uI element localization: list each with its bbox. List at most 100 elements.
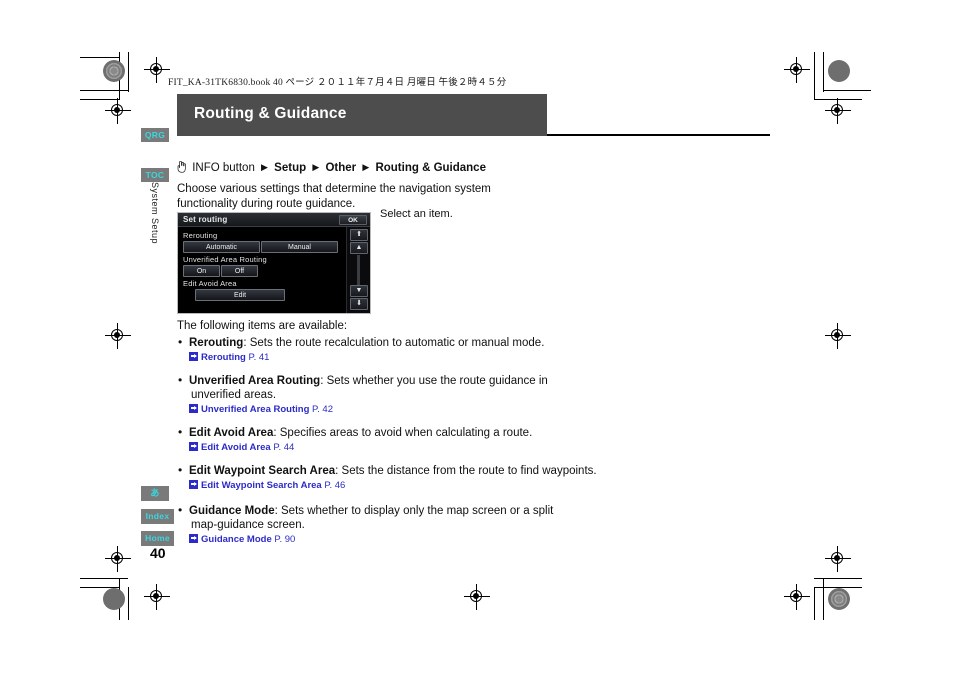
sidebar-tab-index[interactable]: Index [141,509,174,524]
nav-button-row-rerouting: Automatic Manual [183,241,341,253]
nav-button-automatic[interactable]: Automatic [183,241,260,253]
sidebar-tab-toc[interactable]: TOC [141,168,169,182]
crop-line-tl-v1 [128,52,129,92]
nav-button-edit[interactable]: Edit [195,289,285,301]
registration-mark-top-right [784,57,810,83]
sidebar-tab-home-label: Home [145,533,170,543]
nav-button-row-edit-avoid: Edit [183,289,341,301]
scroll-track[interactable] [357,255,360,285]
item-reference-name: Rerouting [201,352,246,363]
registration-color-dot-tl [103,60,125,82]
item-desc-continued: map-guidance screen. [191,519,305,531]
scroll-up-icon[interactable]: ▲ [350,242,368,254]
breadcrumb-start: INFO button [192,162,255,174]
list-item: Unverified Area Routing: Sets whether yo… [177,373,757,417]
jump-arrow-icon [189,404,198,413]
item-name: Unverified Area Routing [189,375,321,387]
item-reference-link[interactable]: Edit Waypoint Search Area P. 46 [177,479,757,493]
crop-line-tl-h2 [80,90,128,91]
sidebar-section-label: System Setup [150,182,160,245]
item-desc: : Sets whether you use the route guidanc… [320,375,548,387]
item-reference-link[interactable]: Rerouting P. 41 [177,351,757,365]
item-reference-name: Guidance Mode [201,534,272,545]
nav-group-label-edit-avoid-area: Edit Avoid Area [183,279,237,288]
sidebar-tab-toc-label: TOC [145,170,165,180]
sidebar-tab-kana-label: あ [150,488,160,498]
item-name: Guidance Mode [189,505,275,517]
jump-arrow-icon [189,352,198,361]
sidebar-tab-qrg-label: QRG [144,130,166,140]
item-line: Edit Waypoint Search Area: Sets the dist… [177,463,757,478]
item-reference-name: Edit Waypoint Search Area [201,480,322,491]
nav-scrollbar[interactable]: ⬆ ▲ ▼ ⬇ [346,227,370,313]
page-number: 40 [150,545,166,561]
nav-screen-title: Set routing [183,215,228,224]
registration-mark-right-upper [825,98,851,124]
item-line: Edit Avoid Area: Specifies areas to avoi… [177,425,757,440]
registration-mark-bottom-left [144,584,170,610]
list-item: Edit Waypoint Search Area : Sets the dist… [177,463,757,493]
item-desc: : Sets the distance from the route to fi… [335,465,597,477]
list-item: Guidance Mode: Sets whether to display o… [177,503,757,547]
item-line: Unverified Area Routing: Sets whether yo… [177,373,757,388]
scroll-down-icon[interactable]: ▼ [350,285,368,297]
sidebar-tab-qrg[interactable]: QRG [141,128,169,142]
breadcrumb-arrow-3: ▶ [362,162,370,172]
registration-color-dot-br [828,588,850,610]
item-reference-page: P. 44 [273,442,295,453]
page-title-bar: Routing & Guidance [177,94,547,136]
intro-paragraph: Choose various settings that determine t… [177,183,491,210]
registration-mark-bottom-right [784,584,810,610]
nav-button-off[interactable]: Off [221,265,258,277]
item-desc: : Specifies areas to avoid when calculat… [273,427,533,439]
page-title: Routing & Guidance [194,105,347,122]
registration-mark-left-upper [105,98,131,124]
item-reference-page: P. 90 [274,534,296,545]
crop-line-br-v1 [823,578,824,620]
registration-mark-bottom-center [464,584,490,610]
nav-group-label-rerouting: Rerouting [183,231,218,240]
breadcrumb-arrow-1: ▶ [261,162,268,172]
item-reference-page: P. 46 [324,480,346,491]
sidebar-tab-home[interactable]: Home [141,531,174,546]
scroll-to-top-icon[interactable]: ⬆ [350,229,368,241]
item-reference-link[interactable]: Edit Avoid Area P. 44 [177,441,757,455]
registration-mark-left-lower [105,546,131,572]
nav-button-manual[interactable]: Manual [261,241,338,253]
hand-pointer-icon [177,160,186,173]
screenshot-caption: Select an item. [380,208,453,220]
breadcrumb-step-setup[interactable]: Setup [274,162,306,174]
crop-line-bl-v2 [128,587,129,620]
title-rule [547,134,770,136]
item-desc-continued: unverified areas. [191,389,277,401]
item-desc: : Sets whether to display only the map s… [274,505,554,517]
nav-screen-titlebar: Set routing OK [178,213,370,227]
jump-arrow-icon [189,534,198,543]
jump-arrow-icon [189,442,198,451]
crop-line-br-v2 [814,587,815,620]
item-reference-page: P. 41 [248,352,270,363]
nav-ok-button[interactable]: OK [339,215,367,225]
scroll-to-bottom-icon[interactable]: ⬇ [350,298,368,310]
crop-line-br-h1 [814,578,862,579]
list-item: Edit Avoid Area: Specifies areas to avoi… [177,425,757,455]
breadcrumb: INFO button ▶ Setup ▶ Other ▶ Routing & … [177,160,757,176]
crop-line-bl-h1 [80,578,128,579]
item-name: Edit Avoid Area [189,427,274,439]
registration-mark-right-middle [825,323,851,349]
jump-arrow-icon [189,480,198,489]
print-job-header: FIT_KA-31TK6830.book 40 ページ ２０１１年７月４日 月曜… [168,78,507,88]
nav-button-on[interactable]: On [183,265,220,277]
breadcrumb-step-other[interactable]: Other [325,162,356,174]
item-reference-link[interactable]: Unverified Area Routing P. 42 [177,403,757,417]
sidebar-tab-kana[interactable]: あ [141,486,169,501]
item-name: Rerouting [189,337,244,349]
crop-line-tl-h1 [80,57,120,58]
breadcrumb-step-routing-guidance[interactable]: Routing & Guidance [375,162,486,174]
registration-mark-left-middle [105,323,131,349]
items-intro: The following items are available: [177,320,348,332]
item-reference-link[interactable]: Guidance Mode P. 90 [177,533,757,547]
registration-mark-right-lower [825,546,851,572]
item-line: Guidance Mode: Sets whether to display o… [177,503,757,518]
registration-color-dot-tr [828,60,850,82]
